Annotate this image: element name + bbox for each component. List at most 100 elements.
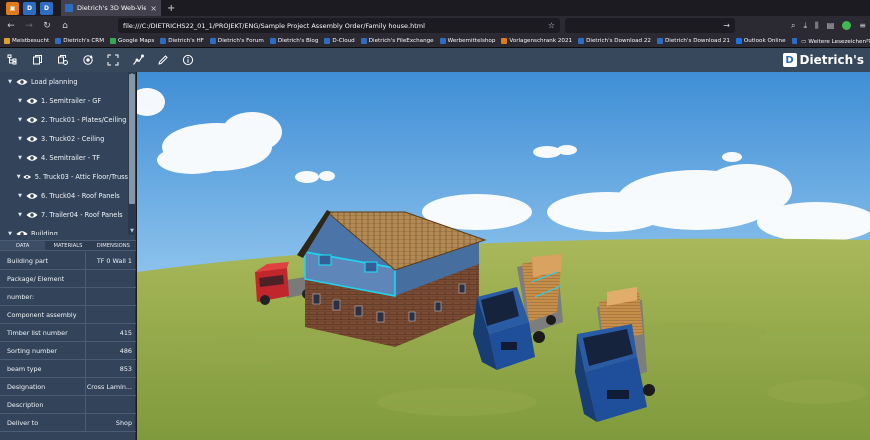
property-key: Deliver to xyxy=(0,413,86,432)
home-icon[interactable]: ⌂ xyxy=(58,21,72,31)
reload-icon[interactable]: ↻ xyxy=(40,21,54,31)
expand-arrow-icon[interactable]: ▼ xyxy=(6,231,14,236)
search-go-icon[interactable]: → xyxy=(723,21,730,30)
tree-scroll-thumb[interactable] xyxy=(129,74,135,204)
eye-icon[interactable] xyxy=(23,173,32,181)
search-bar[interactable]: → xyxy=(565,18,735,33)
tree-item[interactable]: ▼ 2. Truck01 - Plates/Ceiling xyxy=(0,110,128,129)
tree-item-label: Load planning xyxy=(31,77,78,86)
bookmark-item[interactable]: Dietrich's Blog xyxy=(269,38,318,44)
url-text: file:///C:/DIETRICHS22_01_1/PROJEKT/ENG/… xyxy=(123,21,425,30)
rotate-tool-button[interactable] xyxy=(76,48,100,72)
tree-item-label: Building xyxy=(31,229,58,236)
dietrichs-logo: D Dietrich's xyxy=(782,52,864,68)
eye-icon[interactable] xyxy=(26,116,38,124)
info-tool-button[interactable] xyxy=(176,48,200,72)
pen-icon xyxy=(158,55,168,65)
eye-icon[interactable] xyxy=(16,230,28,236)
tab-materials[interactable]: MATERIALS xyxy=(45,241,90,250)
url-bar[interactable]: file:///C:/DIETRICHS22_01_1/PROJEKT/ENG/… xyxy=(118,18,560,33)
eye-icon[interactable] xyxy=(16,78,28,86)
tree-item[interactable]: ▼ 5. Truck03 - Attic Floor/Truss xyxy=(0,167,128,186)
3d-viewport[interactable] xyxy=(137,72,870,440)
expand-arrow-icon[interactable]: ▼ xyxy=(16,136,24,142)
bookmark-item[interactable]: Google Maps xyxy=(110,38,154,44)
tree-item[interactable]: ▼ Load planning xyxy=(0,72,128,91)
brand-name: Dietrich's xyxy=(799,53,864,67)
forward-icon[interactable]: → xyxy=(22,21,36,31)
pinned-tab-1[interactable]: ▣ xyxy=(6,1,19,15)
bookmark-item[interactable]: Dietrich's CRM xyxy=(55,38,104,44)
bookmark-item[interactable]: Meistbesucht xyxy=(4,38,49,44)
expand-arrow-icon[interactable]: ▼ xyxy=(16,212,24,218)
bookmark-label: Outlook Online xyxy=(743,38,786,44)
info-icon xyxy=(182,54,194,66)
bookmark-favicon-icon xyxy=(324,38,331,44)
eye-icon[interactable] xyxy=(26,211,38,219)
layer-settings-tool-button[interactable] xyxy=(51,48,75,72)
tree-item[interactable]: ▼ 7. Trailer04 - Roof Panels xyxy=(0,205,128,224)
active-tab[interactable]: Dietrich's 3D Web-Viewer × xyxy=(61,0,161,16)
browser-tab-bar: ▣ D D Dietrich's 3D Web-Viewer × + xyxy=(0,0,870,16)
bookmark-star-icon[interactable]: ☆ xyxy=(548,21,555,30)
property-key: Designation xyxy=(0,377,86,396)
tree-item[interactable]: ▼ Building xyxy=(0,224,128,235)
menu-icon[interactable]: ≡ xyxy=(859,21,866,30)
eye-icon[interactable] xyxy=(26,97,38,105)
tree-tool-button[interactable] xyxy=(1,48,25,72)
bookmark-item[interactable]: Werbemittelshop xyxy=(439,38,495,44)
tab-dimensions[interactable]: DIMENSIONS xyxy=(91,241,136,250)
expand-arrow-icon[interactable]: ▼ xyxy=(16,174,21,180)
expand-arrow-icon[interactable]: ▼ xyxy=(16,155,24,161)
settings-layers-icon xyxy=(58,55,68,65)
close-tab-icon[interactable]: × xyxy=(150,4,157,13)
bookmark-item[interactable]: Dietrich's Download 22 xyxy=(578,38,651,44)
measure-tool-button[interactable] xyxy=(126,48,150,72)
eye-icon[interactable] xyxy=(26,154,38,162)
tree-item[interactable]: ▼ 4. Semitrailer - TF xyxy=(0,148,128,167)
expand-arrow-icon[interactable]: ▼ xyxy=(16,193,24,199)
viewer-toolbar: D Dietrich's xyxy=(0,48,870,72)
bookmark-item[interactable]: Dietrich's Forum xyxy=(209,38,264,44)
property-key: Description xyxy=(0,395,86,414)
tree-item[interactable]: ▼ 6. Truck04 - Roof Panels xyxy=(0,186,128,205)
tab-data[interactable]: DATA xyxy=(0,241,46,250)
library-icon[interactable]: ⫼ xyxy=(815,21,819,31)
search-icon[interactable]: ⌕ xyxy=(791,21,795,31)
bookmark-item[interactable]: Dietrich's Download 21 xyxy=(657,38,730,44)
extension-icon[interactable] xyxy=(842,21,852,30)
bookmark-item[interactable]: Vorlagenschrank 2021 xyxy=(501,38,572,44)
bookmark-item[interactable]: D-Cloud xyxy=(324,38,355,44)
bookmark-item[interactable]: Dietrich's FileExchange xyxy=(360,38,434,44)
bookmark-favicon-icon xyxy=(578,38,585,44)
property-value: 486 xyxy=(119,346,132,355)
eye-icon[interactable] xyxy=(26,192,38,200)
property-row: beam type 853 xyxy=(0,359,136,378)
bookmark-favicon-icon xyxy=(160,38,167,44)
pen-tool-button[interactable] xyxy=(151,48,175,72)
expand-arrow-icon[interactable]: ▼ xyxy=(6,79,14,85)
eye-icon[interactable] xyxy=(26,135,38,143)
bookmark-item[interactable]: Outlook Online xyxy=(735,38,786,44)
layers-tool-button[interactable] xyxy=(26,48,50,72)
pinned-tab-2[interactable]: D xyxy=(23,1,36,15)
3d-scene[interactable] xyxy=(137,72,870,440)
sidebar-icon[interactable]: ▤ xyxy=(827,21,835,30)
downloads-icon[interactable]: ⤓ xyxy=(804,21,808,31)
tree-item[interactable]: ▼ 3. Truck02 - Ceiling xyxy=(0,129,128,148)
bookmark-favicon-icon xyxy=(55,38,62,44)
other-bookmarks[interactable]: ▭ Weitere Lesezeichen xyxy=(797,35,866,47)
expand-arrow-icon[interactable]: ▼ xyxy=(16,98,24,104)
bookmarks-bar: Meistbesucht Dietrich's CRM Google Maps Die… xyxy=(0,35,870,48)
bookmark-item[interactable]: Dietrich's HF xyxy=(160,38,204,44)
property-row: Package/ Element xyxy=(0,269,136,288)
scroll-down-icon[interactable]: ▼ xyxy=(128,228,136,235)
expand-arrow-icon[interactable]: ▼ xyxy=(16,117,24,123)
bookmark-label: Dietrich's FileExchange xyxy=(368,38,434,44)
tree-item[interactable]: ▼ 1. Semitrailer - GF xyxy=(0,91,128,110)
back-icon[interactable]: ← xyxy=(4,21,18,31)
new-tab-button[interactable]: + xyxy=(167,3,175,14)
pinned-tab-3[interactable]: D xyxy=(40,1,53,15)
bookmark-favicon-icon xyxy=(209,38,216,44)
fit-view-tool-button[interactable] xyxy=(101,48,125,72)
